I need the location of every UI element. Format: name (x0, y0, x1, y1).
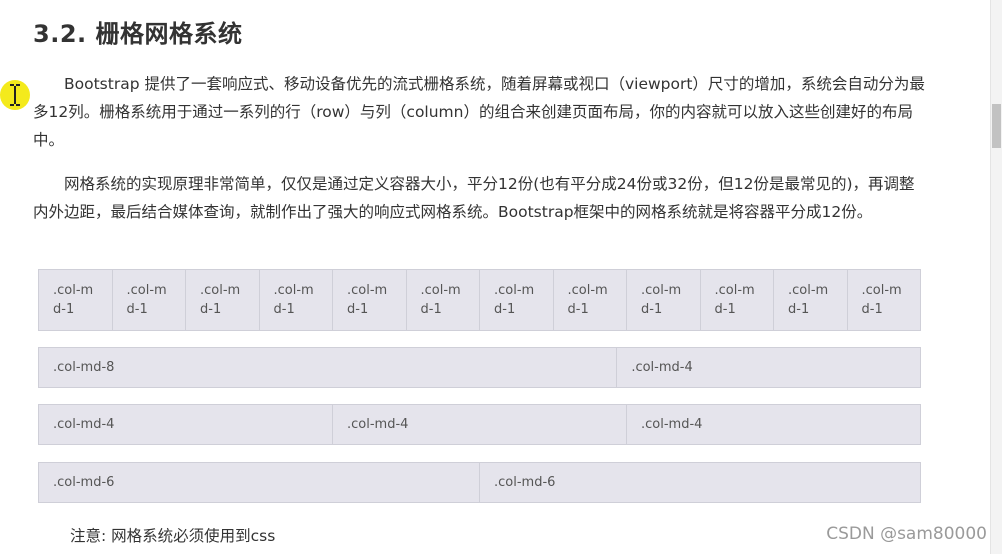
grid-cell: .col-md-1 (333, 269, 407, 331)
grid-cell: .col-md-1 (259, 269, 333, 331)
vertical-scrollbar[interactable] (990, 0, 1002, 554)
grid-cell: .col-md-4 (627, 404, 921, 445)
grid-row-8-4: .col-md-8 .col-md-4 (38, 347, 921, 388)
paragraph-intro: Bootstrap 提供了一套响应式、移动设备优先的流式栅格系统，随着屏幕或视口… (33, 75, 925, 149)
text-cursor-icon (0, 80, 30, 110)
grid-row-6-6: .col-md-6 .col-md-6 (38, 462, 921, 503)
grid-cell: .col-md-6 (480, 462, 921, 503)
scrollbar-thumb[interactable] (992, 104, 1001, 148)
grid-cell: .col-md-4 (39, 404, 333, 445)
grid-cell: .col-md-1 (627, 269, 701, 331)
section-heading: 3.2. 栅格网格系统 (33, 20, 243, 48)
csdn-watermark: CSDN @sam80000 (826, 524, 987, 544)
grid-cell: .col-md-1 (480, 269, 554, 331)
grid-cell: .col-md-1 (553, 269, 627, 331)
grid-row-4-4-4: .col-md-4 .col-md-4 .col-md-4 (38, 404, 921, 445)
grid-cell: .col-md-1 (774, 269, 848, 331)
grid-cell: .col-md-4 (617, 347, 921, 388)
note-text: 注意: 网格系统必须使用到css (70, 527, 276, 545)
grid-cell: .col-md-1 (406, 269, 480, 331)
grid-cell: .col-md-1 (39, 269, 113, 331)
grid-cell: .col-md-4 (333, 404, 627, 445)
grid-cell: .col-md-8 (39, 347, 618, 388)
grid-cell: .col-md-1 (700, 269, 774, 331)
paragraph-principle: 网格系统的实现原理非常简单，仅仅是通过定义容器大小，平分12份(也有平分成24份… (33, 175, 915, 221)
grid-cell: .col-md-6 (39, 462, 480, 503)
grid-cell: .col-md-1 (112, 269, 186, 331)
grid-row-col-md-1: .col-md-1 .col-md-1 .col-md-1 .col-md-1 … (38, 269, 921, 331)
grid-cell: .col-md-1 (847, 269, 921, 331)
grid-cell: .col-md-1 (186, 269, 260, 331)
